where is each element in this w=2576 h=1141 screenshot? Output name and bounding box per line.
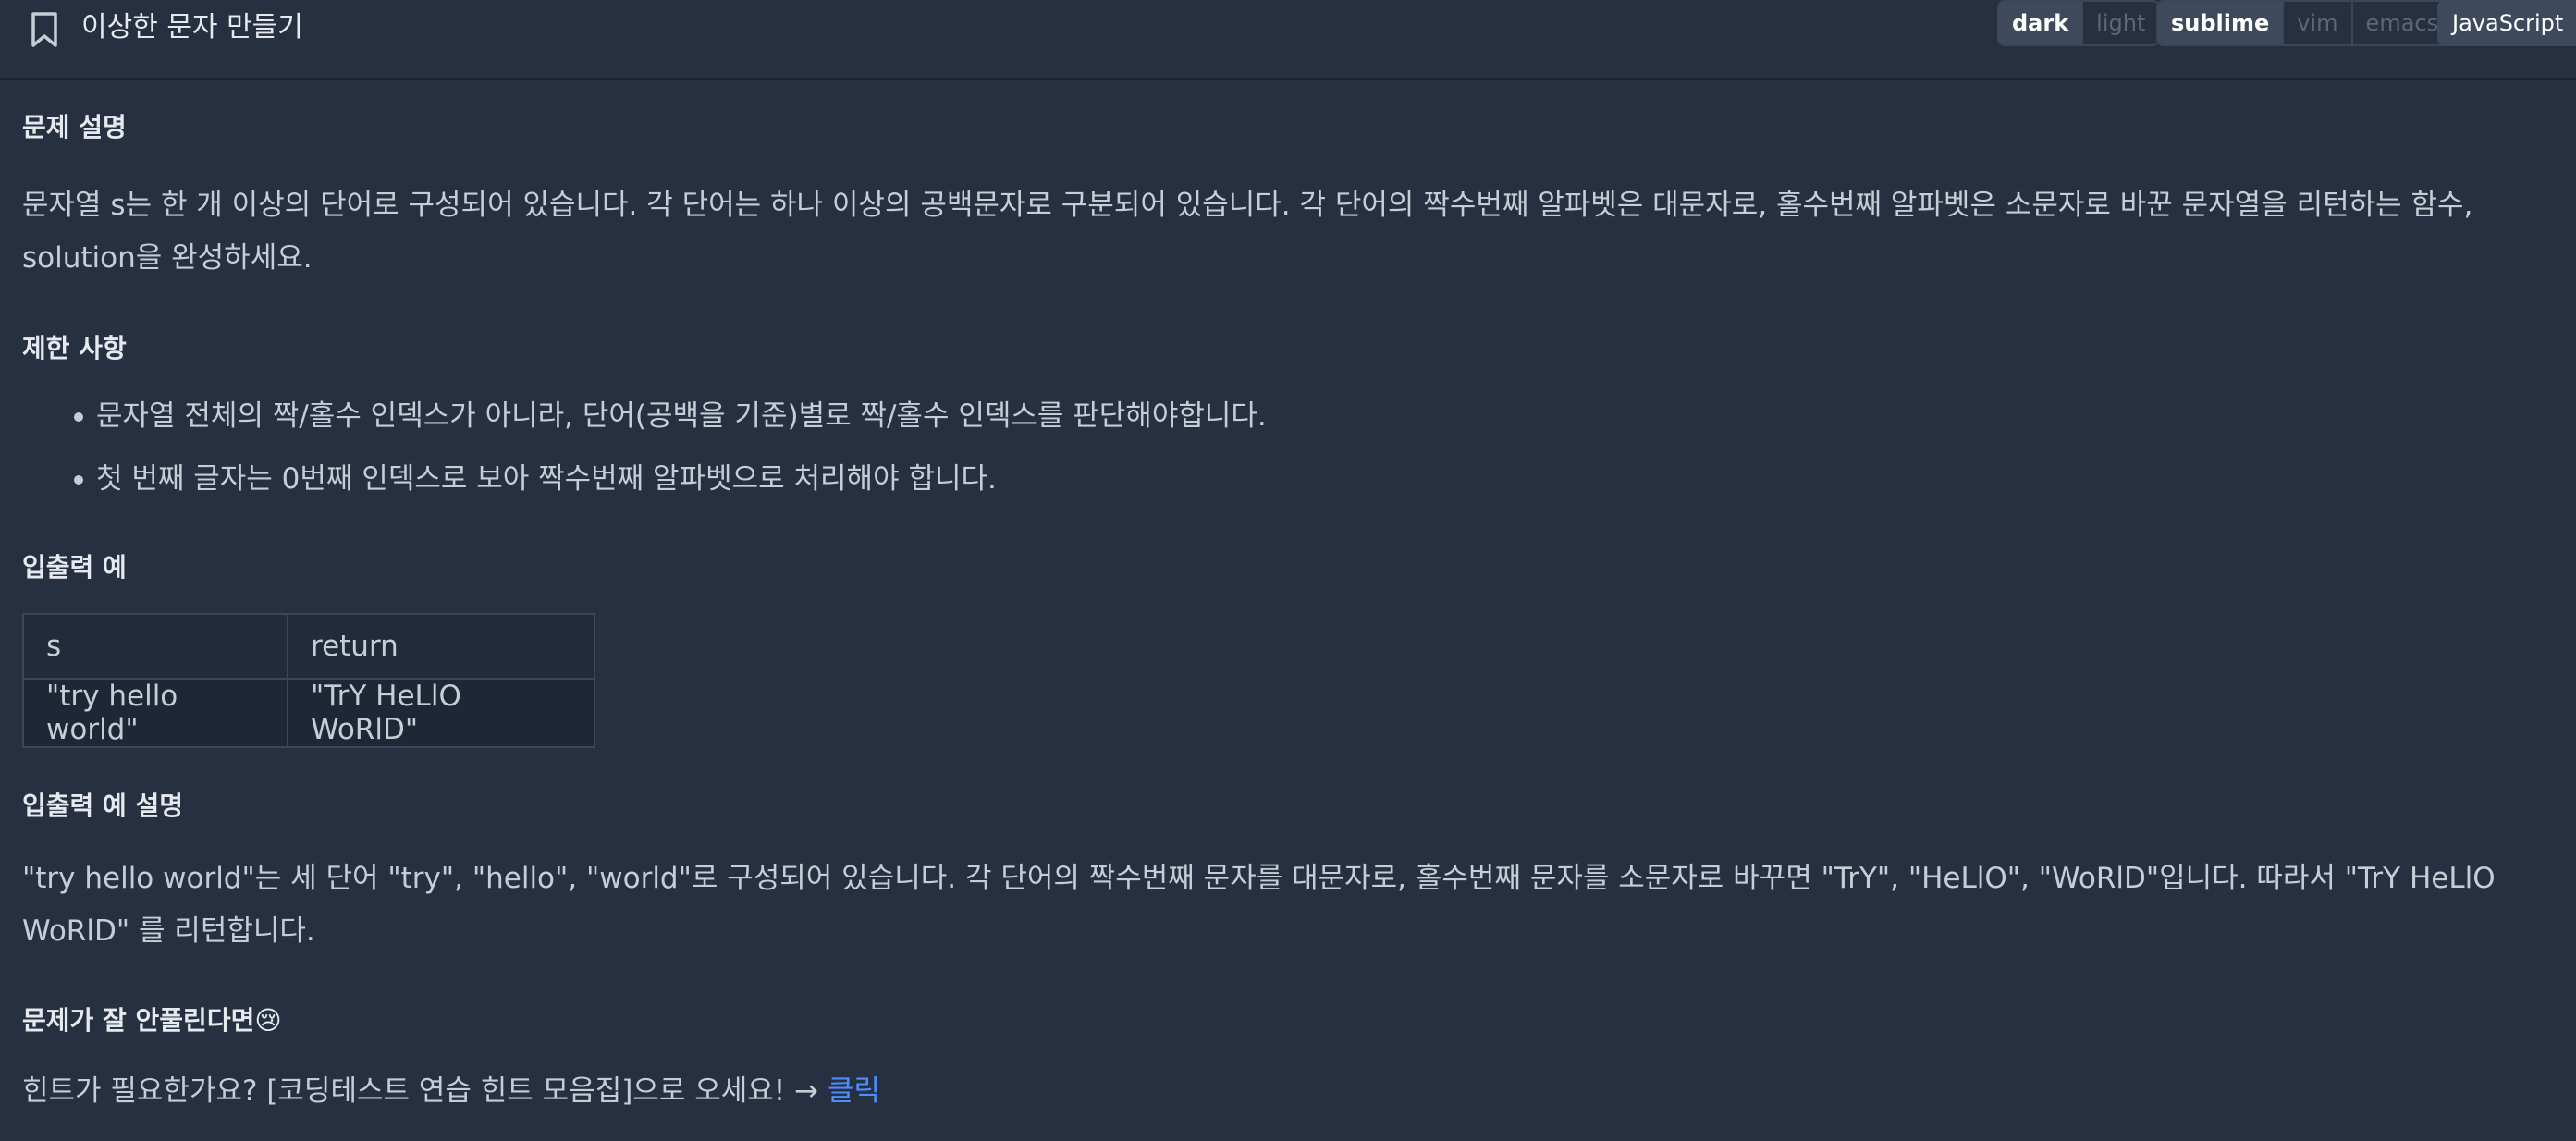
keymap-sublime-button[interactable]: sublime [2158,2,2285,44]
theme-toggle: dark light [1997,0,2161,46]
keymap-vim-button[interactable]: vim [2284,2,2353,44]
examples-table: s return "try hello world" "TrY HeLlO Wo… [22,613,595,748]
description-heading: 문제 설명 [22,112,127,142]
constraints-heading: 제한 사항 [22,333,127,363]
explanation-heading: 입출력 예 설명 [22,791,184,821]
constraints-list: 문자열 전체의 짝/홀수 인덱스가 아니라, 단어(공백을 기준)별로 짝/홀수… [22,385,1267,510]
language-select[interactable]: JavaScript ▾ [2437,0,2576,46]
table-cell: "try hello world" [22,678,288,748]
table-row: "try hello world" "TrY HeLlO WoRlD" [22,678,595,748]
constraint-item: 문자열 전체의 짝/홀수 인덱스가 아니라, 단어(공백을 기준)별로 짝/홀수… [74,385,1267,448]
hint-text-line: 힌트가 필요한가요? [코딩테스트 연습 힌트 모음집]으로 오세요! → 클릭 [22,1065,2519,1118]
bookmark-icon[interactable] [28,11,61,48]
theme-light-button[interactable]: light [2083,2,2159,44]
description-text: 문자열 s는 한 개 이상의 단어로 구성되어 있습니다. 각 단어는 하나 이… [22,189,2473,275]
keymap-toggle: sublime vim emacs [2156,0,2454,46]
table-header-row: s return [22,613,595,680]
constraint-item: 첫 번째 글자는 0번째 인덱스로 보아 짝수번째 알파벳으로 처리해야 합니다… [74,448,1267,510]
explanation-text: "try hello world"는 세 단어 "try", "hello", … [22,862,2496,948]
problem-title: 이상한 문자 만들기 [81,11,303,43]
problem-header: 이상한 문자 만들기 dark light sublime vim emacs … [0,0,2576,80]
hint-text: 힌트가 필요한가요? [코딩테스트 연습 힌트 모음집]으로 오세요! → [22,1074,828,1108]
table-header-cell: return [287,613,595,680]
table-header-cell: s [22,613,288,680]
theme-dark-button[interactable]: dark [1999,2,2084,44]
hint-heading: 문제가 잘 안풀린다면😢 [22,1005,282,1036]
table-cell: "TrY HeLlO WoRlD" [287,678,595,748]
hint-link[interactable]: 클릭 [828,1074,880,1108]
examples-heading: 입출력 예 [22,552,127,583]
language-label: JavaScript [2452,10,2564,36]
